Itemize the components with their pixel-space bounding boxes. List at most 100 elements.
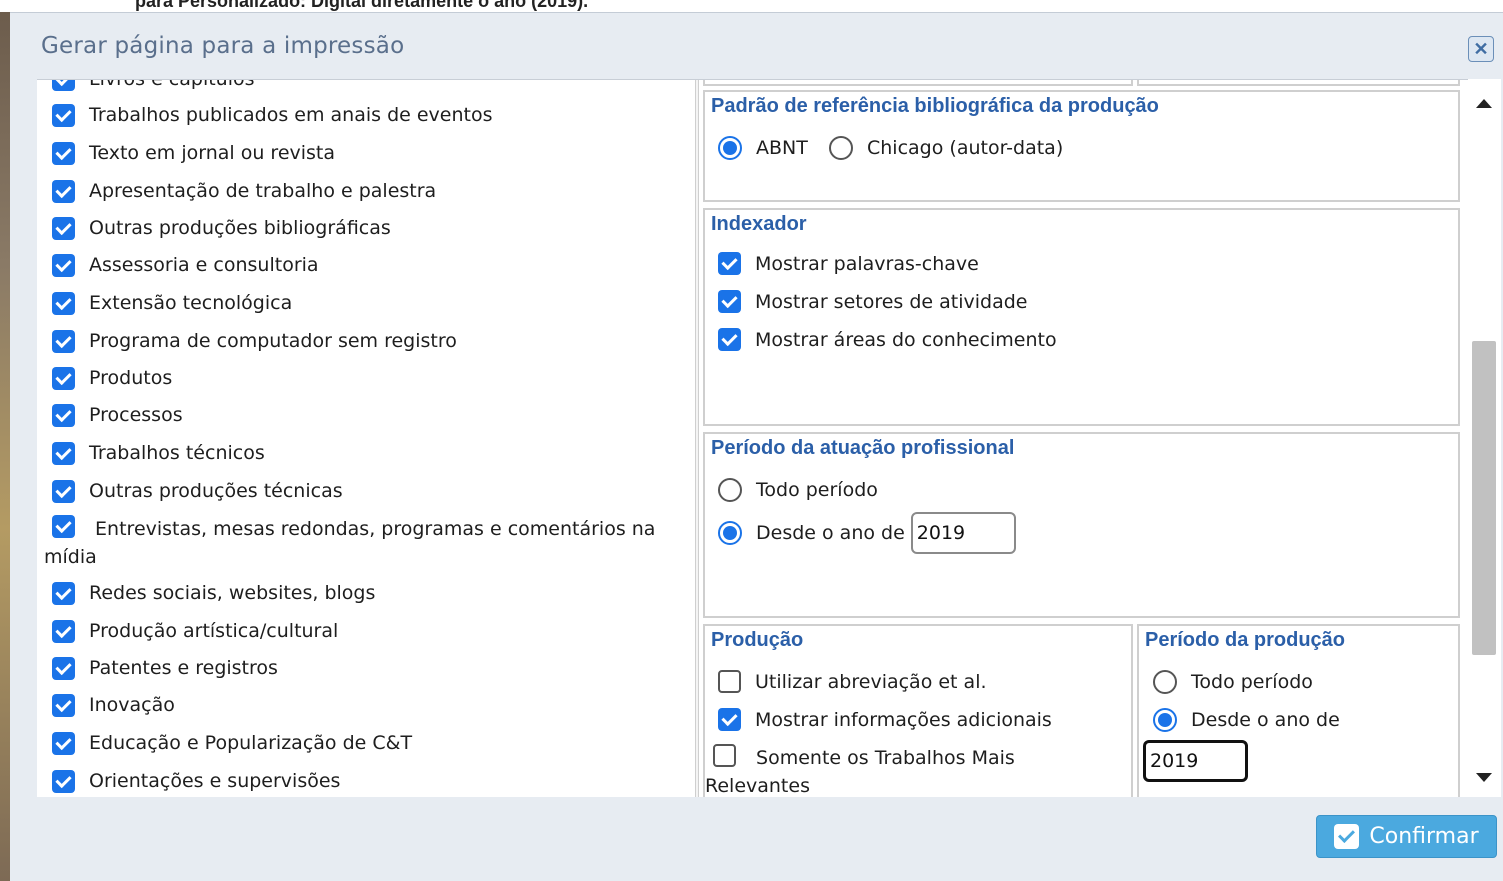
dialog-title: Gerar página para a impressão	[41, 33, 405, 59]
radio-option-todo-periodo-atuacao[interactable]: Todo período	[718, 478, 878, 502]
list-item-label: Programa de computador sem registro	[89, 330, 457, 352]
checkbox-info-adicionais[interactable]	[718, 708, 741, 731]
checkbox-artistica[interactable]	[52, 620, 75, 643]
radio-todo-periodo[interactable]	[718, 478, 742, 502]
option-setores[interactable]: Mostrar setores de atividade	[718, 290, 1028, 313]
background-page: para Personalizado: Digital diretamente …	[0, 0, 1503, 12]
list-item-label: Outras produções técnicas	[89, 480, 343, 502]
option-abreviacao[interactable]: Utilizar abreviação et al.	[718, 670, 987, 693]
checkbox-outras-tecnicas[interactable]	[52, 480, 75, 503]
checkbox-outras-bibliograficas[interactable]	[52, 217, 75, 240]
list-item-assessoria[interactable]: Assessoria e consultoria	[52, 254, 319, 284]
checkbox-processos[interactable]	[52, 404, 75, 427]
list-item-outras-tecnicas[interactable]: Outras produções técnicas	[52, 480, 343, 510]
option-label: ABNT	[756, 137, 808, 159]
scroll-up-arrow-icon[interactable]	[1476, 99, 1492, 108]
radio-chicago[interactable]	[829, 136, 853, 160]
fieldset-title: Padrão de referência bibliográfica da pr…	[711, 95, 1159, 117]
option-areas[interactable]: Mostrar áreas do conhecimento	[718, 328, 1057, 351]
list-item-label: Extensão tecnológica	[89, 292, 293, 314]
list-item-artistica[interactable]: Produção artística/cultural	[52, 620, 338, 650]
fieldset-title: Produção	[711, 629, 804, 651]
checkbox-abreviacao[interactable]	[718, 670, 741, 693]
checkbox-relevantes[interactable]	[713, 744, 736, 767]
radio-option-chicago[interactable]: Chicago (autor-data)	[829, 136, 1063, 160]
list-item-label: Produção artística/cultural	[89, 620, 339, 642]
close-button[interactable]: ✕	[1468, 36, 1494, 62]
list-item-produtos[interactable]: Produtos	[52, 367, 172, 397]
list-item-label: Trabalhos técnicos	[89, 442, 265, 464]
list-item-inovacao[interactable]: Inovação	[52, 694, 175, 724]
year-input-atuacao[interactable]	[910, 512, 1016, 554]
scroll-down-arrow-icon[interactable]	[1476, 773, 1492, 782]
option-label: Mostrar setores de atividade	[755, 290, 1028, 313]
list-item-label: Texto em jornal ou revista	[89, 142, 336, 164]
scroll-thumb[interactable]	[1472, 341, 1496, 655]
year-input-producao[interactable]	[1143, 740, 1248, 782]
list-item-label: Trabalhos publicados em anais de eventos	[89, 104, 493, 126]
radio-option-desde-atuacao[interactable]: Desde o ano de	[718, 512, 1016, 554]
list-item-outras-bibliograficas[interactable]: Outras produções bibliográficas	[52, 217, 391, 247]
checkbox-programa[interactable]	[52, 330, 75, 353]
radio-desde[interactable]	[1153, 708, 1177, 732]
fieldset-referencia: Padrão de referência bibliográfica da pr…	[703, 90, 1460, 202]
checkbox-anais[interactable]	[52, 104, 75, 127]
list-item-redes-sociais[interactable]: Redes sociais, websites, blogs	[52, 582, 375, 612]
option-relevantes[interactable]: Somente os Trabalhos Mais Relevantes	[705, 744, 1125, 797]
checkbox-assessoria[interactable]	[52, 254, 75, 277]
background-page-edge	[0, 0, 10, 881]
list-item-label: Outras produções bibliográficas	[89, 217, 391, 239]
checkbox-apresentacao[interactable]	[52, 180, 75, 203]
checkbox-inovacao[interactable]	[52, 694, 75, 717]
confirm-button[interactable]: Confirmar	[1316, 815, 1497, 858]
radio-option-abnt[interactable]: ABNT	[718, 136, 808, 160]
checkbox-areas[interactable]	[718, 328, 741, 351]
list-item-programa[interactable]: Programa de computador sem registro	[52, 330, 457, 360]
checkbox-patentes[interactable]	[52, 657, 75, 680]
list-item-patentes[interactable]: Patentes e registros	[52, 657, 278, 687]
list-item-educacao[interactable]: Educação e Popularização de C&T	[52, 732, 412, 762]
checkbox-produtos[interactable]	[52, 367, 75, 390]
checkbox-livros[interactable]	[52, 80, 75, 91]
list-item-orientacoes[interactable]: Orientações e supervisões	[52, 770, 340, 797]
checkbox-setores[interactable]	[718, 290, 741, 313]
radio-option-desde-producao[interactable]: Desde o ano de	[1153, 708, 1340, 732]
list-item-trabalhos-tecnicos[interactable]: Trabalhos técnicos	[52, 442, 265, 472]
option-label: Mostrar informações adicionais	[755, 708, 1052, 731]
list-item-label: Entrevistas, mesas redondas, programas e…	[44, 518, 656, 568]
option-palavras-chave[interactable]: Mostrar palavras-chave	[718, 252, 979, 275]
option-label: Chicago (autor-data)	[867, 137, 1064, 159]
radio-option-todo-periodo-producao[interactable]: Todo período	[1153, 670, 1313, 694]
radio-desde[interactable]	[718, 521, 742, 545]
radio-abnt[interactable]	[718, 136, 742, 160]
checkbox-texto-jornal[interactable]	[52, 142, 75, 165]
list-item-apresentacao[interactable]: Apresentação de trabalho e palestra	[52, 180, 436, 210]
fieldset-atuacao: Período da atuação profissional Todo per…	[703, 432, 1460, 618]
radio-todo-periodo[interactable]	[1153, 670, 1177, 694]
option-label: Desde o ano de	[1191, 709, 1340, 731]
close-icon: ✕	[1473, 39, 1489, 59]
list-item-processos[interactable]: Processos	[52, 404, 183, 434]
option-info-adicionais[interactable]: Mostrar informações adicionais	[718, 708, 1052, 731]
option-label: Todo período	[756, 479, 878, 501]
fieldset-producao: Produção Utilizar abreviação et al. Most…	[703, 624, 1133, 797]
checkbox-palavras-chave[interactable]	[718, 252, 741, 275]
checkbox-educacao[interactable]	[52, 732, 75, 755]
list-item-anais[interactable]: Trabalhos publicados em anais de eventos	[52, 104, 493, 134]
list-item-texto-jornal[interactable]: Texto em jornal ou revista	[52, 142, 335, 172]
list-item-extensao[interactable]: Extensão tecnológica	[52, 292, 292, 322]
dialog-content: Livros e capítulos Trabalhos publicados …	[37, 79, 1468, 797]
checkbox-redes-sociais[interactable]	[52, 582, 75, 605]
background-instruction-text: para Personalizado: Digital diretamente …	[135, 0, 589, 11]
checkbox-extensao[interactable]	[52, 292, 75, 315]
checkbox-orientacoes[interactable]	[52, 770, 75, 793]
list-item-label: Livros e capítulos	[89, 79, 255, 90]
list-item-entrevistas[interactable]: Entrevistas, mesas redondas, programas e…	[44, 515, 684, 571]
vertical-scrollbar[interactable]	[1468, 79, 1501, 797]
list-item-label: Patentes e registros	[89, 657, 278, 679]
checkbox-entrevistas[interactable]	[52, 515, 75, 538]
confirm-label: Confirmar	[1369, 824, 1479, 849]
fieldset-periodo-producao: Período da produção Todo período Desde o…	[1137, 624, 1460, 797]
list-item-livros[interactable]: Livros e capítulos	[52, 79, 255, 98]
checkbox-trabalhos-tecnicos[interactable]	[52, 442, 75, 465]
